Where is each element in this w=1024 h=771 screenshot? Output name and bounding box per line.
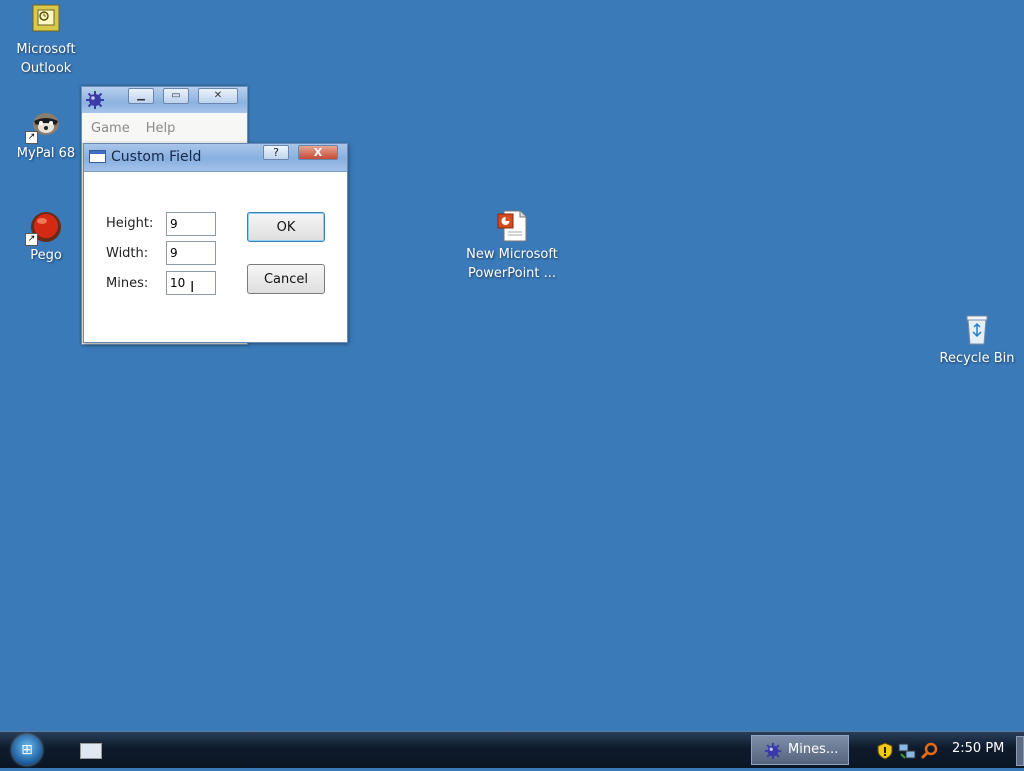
dialog-titlebar[interactable]: Custom Field ? X xyxy=(84,144,347,172)
desktop-icon-pego[interactable]: ↗ Pego xyxy=(1,210,91,265)
powerpoint-document-icon xyxy=(495,209,529,243)
mypal-raccoon-icon: ↗ xyxy=(25,108,63,144)
mines-label: Mines: xyxy=(106,276,149,291)
windows-logo-icon: ⊞ xyxy=(21,742,33,758)
height-input[interactable] xyxy=(166,212,216,236)
minesweeper-titlebar[interactable]: ▁ ▭ ✕ xyxy=(82,87,247,113)
network-icon[interactable] xyxy=(898,742,916,760)
width-input[interactable] xyxy=(166,241,216,265)
show-desktop-button[interactable] xyxy=(1016,736,1024,766)
desktop-icon-label: New Microsoft PowerPoint ... xyxy=(466,247,558,281)
height-label: Height: xyxy=(106,216,154,231)
menu-game[interactable]: Game xyxy=(91,121,130,136)
dialog-title: Custom Field xyxy=(111,149,202,165)
custom-field-dialog: Custom Field ? X Height: Width: Mines: I… xyxy=(83,143,348,343)
maximize-button[interactable]: ▭ xyxy=(163,88,189,104)
minesweeper-mine-icon xyxy=(85,90,105,110)
minesweeper-mine-icon xyxy=(764,742,782,760)
menubar: Game Help xyxy=(82,113,247,144)
desktop-icon-label: Pego xyxy=(30,248,62,263)
help-button[interactable]: ? xyxy=(263,145,289,160)
desktop-icon-outlook[interactable]: Microsoft Outlook xyxy=(1,4,91,78)
cancel-button[interactable]: Cancel xyxy=(247,264,325,294)
keyboard-icon[interactable] xyxy=(80,743,102,759)
dialog-close-button[interactable]: X xyxy=(298,145,338,160)
magnifier-icon[interactable] xyxy=(920,742,938,760)
outlook-icon xyxy=(29,4,63,38)
close-button[interactable]: ✕ xyxy=(198,88,238,104)
window-icon xyxy=(89,150,106,163)
recycle-bin-icon xyxy=(960,313,994,347)
shortcut-arrow-icon: ↗ xyxy=(25,233,38,246)
desktop-icon-label: MyPal 68 xyxy=(16,146,76,161)
start-button[interactable]: ⊞ xyxy=(12,735,42,765)
desktop-icon-label: Microsoft Outlook xyxy=(16,42,76,76)
pego-ball-icon: ↗ xyxy=(25,210,63,246)
shortcut-arrow-icon: ↗ xyxy=(25,131,38,144)
taskbar-item-minesweeper[interactable]: Mines... xyxy=(751,735,849,765)
security-shield-icon[interactable] xyxy=(876,742,894,760)
minimize-button[interactable]: ▁ xyxy=(128,88,154,104)
menu-help[interactable]: Help xyxy=(146,121,176,136)
width-label: Width: xyxy=(106,246,149,261)
desktop-icon-mypal[interactable]: ↗ MyPal 68 xyxy=(1,108,91,163)
ok-button[interactable]: OK xyxy=(247,212,325,242)
text-cursor-icon: I xyxy=(190,278,195,296)
desktop-icon-recycle-bin[interactable]: Recycle Bin xyxy=(932,313,1022,368)
desktop-icon-label: Recycle Bin xyxy=(939,351,1015,366)
taskbar-item-label: Mines... xyxy=(788,742,839,757)
taskbar: ⊞ Mines... 2:50 PM xyxy=(0,731,1024,768)
clock[interactable]: 2:50 PM xyxy=(952,741,1004,756)
desktop-icon-powerpoint[interactable]: New Microsoft PowerPoint ... xyxy=(462,209,562,283)
